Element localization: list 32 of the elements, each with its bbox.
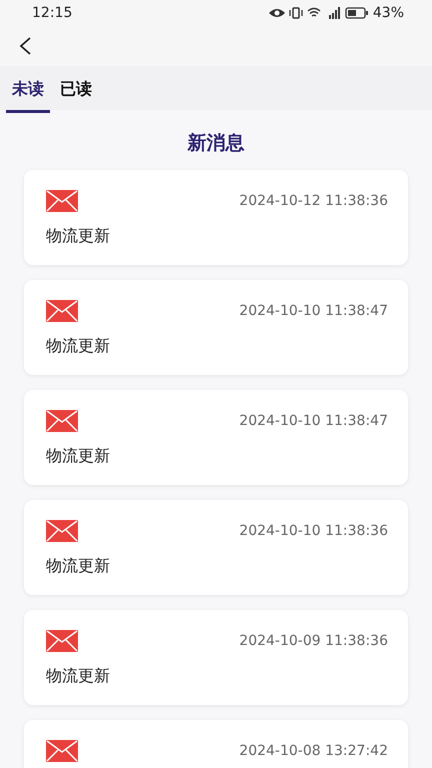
tab[interactable]: 已读 [54, 67, 98, 113]
message-title: 物流更新 [46, 666, 111, 687]
message-title: 物流更新 [46, 446, 111, 467]
message-card[interactable]: 2024-10-10 11:38:47 物流更新 [24, 390, 408, 485]
battery-icon [344, 6, 369, 18]
message-time: 2024-10-12 11:38:36 [239, 193, 388, 209]
message-time: 2024-10-10 11:38:47 [239, 303, 388, 319]
message-time: 2024-10-10 11:38:47 [239, 413, 388, 429]
section-title: 新消息 [186, 131, 246, 156]
wifi-icon [306, 6, 321, 18]
message-card[interactable]: 2024-10-08 13:27:42 [24, 720, 408, 768]
battery-level: 43% [372, 4, 404, 20]
tab[interactable]: 未读 [6, 67, 50, 113]
message-time: 2024-10-10 11:38:36 [239, 523, 388, 539]
envelope-icon [46, 520, 78, 542]
envelope-icon [46, 190, 78, 212]
envelope-icon [46, 300, 78, 322]
message-card[interactable]: 2024-10-10 11:38:47 物流更新 [24, 280, 408, 375]
message-title: 物流更新 [46, 226, 111, 247]
message-card[interactable]: 2024-10-12 11:38:36 物流更新 [24, 170, 408, 265]
envelope-icon [46, 630, 78, 652]
clock: 12:15 [32, 4, 72, 20]
message-title: 物流更新 [46, 556, 111, 577]
message-title: 物流更新 [46, 336, 111, 357]
envelope-icon [46, 740, 78, 762]
message-card[interactable]: 2024-10-10 11:38:36 物流更新 [24, 500, 408, 595]
message-time: 2024-10-08 13:27:42 [239, 743, 388, 759]
vibrate-icon [288, 6, 303, 18]
eye-icon [268, 8, 285, 18]
message-time: 2024-10-09 11:38:36 [239, 633, 388, 649]
envelope-icon [46, 410, 78, 432]
message-card[interactable]: 2024-10-09 11:38:36 物流更新 [24, 610, 408, 705]
